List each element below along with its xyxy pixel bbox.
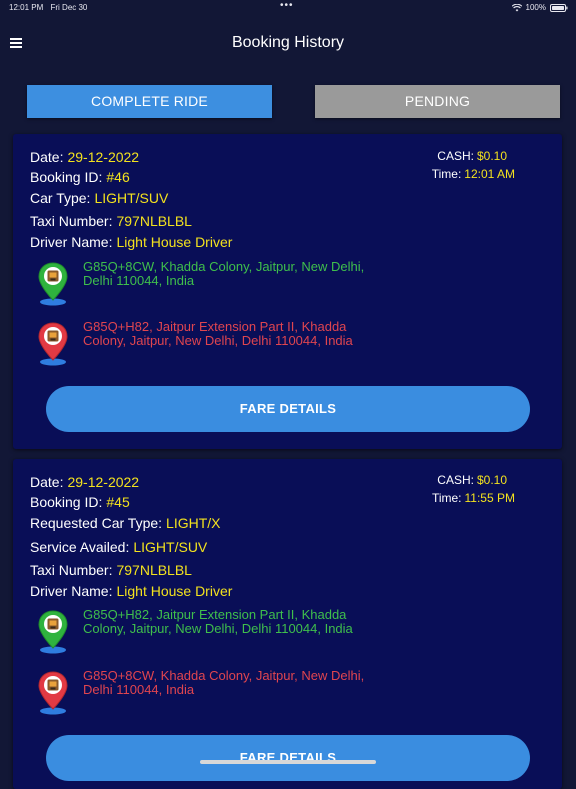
driver-name-label: Driver Name:: [30, 234, 113, 250]
requested-car-type-row: Requested Car Type: LIGHT/X: [30, 515, 221, 531]
driver-name-row: Driver Name: Light House Driver: [30, 234, 232, 250]
page-title: Booking History: [231, 34, 345, 51]
status-left: 12:01 PM Fri Dec 30: [9, 3, 92, 12]
cash-value: $0.10: [476, 149, 507, 163]
status-date: Fri Dec 30: [50, 3, 88, 12]
time-value: 12:01 AM: [464, 167, 515, 181]
time-value: 11:55 PM: [464, 491, 515, 505]
multitasking-dots[interactable]: •••: [280, 0, 294, 11]
battery-icon: [550, 3, 568, 12]
wifi-icon: [511, 3, 522, 12]
status-time: 12:01 PM: [9, 3, 44, 12]
taxi-number-row: Taxi Number: 797NLBLBL: [30, 213, 192, 229]
booking-id-row: Booking ID: #46: [30, 169, 130, 185]
time-row: Time: 12:01 AM: [432, 167, 515, 181]
time-label: Time:: [431, 167, 462, 181]
taxi-number-label: Taxi Number:: [30, 562, 113, 578]
cash-value: $0.10: [476, 473, 507, 487]
fare-details-button[interactable]: FARE DETAILS: [46, 386, 530, 432]
date-label: Date:: [30, 474, 64, 490]
status-bar: 12:01 PM Fri Dec 30 ••• 100%: [0, 0, 576, 16]
requested-car-type-value: LIGHT/X: [166, 515, 221, 531]
dropoff-address: G85Q+8CW, Khadda Colony, Jaitpur, New De…: [83, 668, 365, 697]
cash-row: CASH: $0.10: [437, 473, 507, 487]
requested-car-type-label: Requested Car Type:: [30, 515, 163, 531]
booking-id-label: Booking ID:: [30, 494, 103, 510]
cash-label: CASH:: [437, 149, 474, 163]
booking-id-label: Booking ID:: [30, 169, 103, 185]
red-location-pin-icon: [36, 669, 70, 715]
car-type-row: Car Type: LIGHT/SUV: [30, 190, 168, 206]
tab-pending[interactable]: PENDING: [315, 85, 560, 118]
time-label: Time:: [431, 491, 462, 505]
date-label: Date:: [30, 149, 64, 165]
date-value: 29-12-2022: [67, 149, 140, 165]
dropoff-address: G85Q+H82, Jaitpur Extension Part II, Kha…: [83, 319, 353, 348]
booking-id-value: #46: [106, 169, 130, 185]
car-type-label: Car Type:: [30, 190, 91, 206]
pickup-address: G85Q+8CW, Khadda Colony, Jaitpur, New De…: [83, 259, 365, 288]
service-availed-value: LIGHT/SUV: [133, 539, 208, 555]
cash-label: CASH:: [437, 473, 474, 487]
battery-percent: 100%: [525, 3, 546, 12]
booking-card: Date: 29-12-2022 Booking ID: #46 Car Type:…: [13, 134, 562, 449]
date-value: 29-12-2022: [67, 474, 140, 490]
red-location-pin-icon: [36, 320, 70, 366]
tab-complete-ride[interactable]: COMPLETE RIDE: [27, 85, 272, 118]
driver-name-label: Driver Name:: [30, 583, 113, 599]
home-indicator[interactable]: [200, 760, 376, 764]
green-location-pin-icon: [36, 260, 70, 306]
pickup-address: G85Q+H82, Jaitpur Extension Part II, Kha…: [83, 607, 353, 636]
service-availed-label: Service Availed:: [30, 539, 130, 555]
green-location-pin-icon: [36, 608, 70, 654]
booking-card: Date: 29-12-2022 Booking ID: #45 Requested…: [13, 459, 562, 789]
driver-name-row: Driver Name: Light House Driver: [30, 583, 232, 599]
fare-details-button[interactable]: FARE DETAILS: [46, 735, 530, 781]
driver-name-value: Light House Driver: [116, 583, 233, 599]
booking-id-row: Booking ID: #45: [30, 494, 130, 510]
nav-bar: Booking History: [0, 18, 576, 70]
status-right: 100%: [511, 3, 568, 12]
taxi-number-value: 797NLBLBL: [116, 213, 192, 229]
taxi-number-label: Taxi Number:: [30, 213, 113, 229]
taxi-number-value: 797NLBLBL: [116, 562, 192, 578]
time-row: Time: 11:55 PM: [432, 491, 515, 505]
cash-row: CASH: $0.10: [437, 149, 507, 163]
booking-id-value: #45: [106, 494, 130, 510]
car-type-value: LIGHT/SUV: [94, 190, 169, 206]
date-row: Date: 29-12-2022: [30, 474, 139, 490]
service-availed-row: Service Availed: LIGHT/SUV: [30, 539, 207, 555]
driver-name-value: Light House Driver: [116, 234, 233, 250]
date-row: Date: 29-12-2022: [30, 149, 139, 165]
taxi-number-row: Taxi Number: 797NLBLBL: [30, 562, 192, 578]
